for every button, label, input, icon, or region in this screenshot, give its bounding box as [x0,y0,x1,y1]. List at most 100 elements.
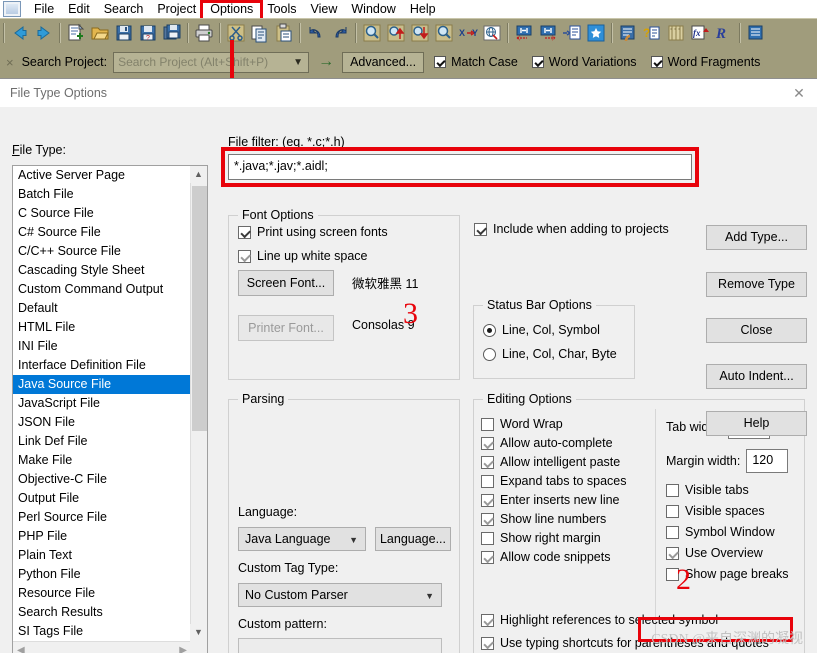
language-button[interactable]: Language... [375,527,451,551]
context-window-icon[interactable] [617,22,639,44]
list-item[interactable]: INI File [13,337,192,356]
jump-back-icon[interactable] [513,22,535,44]
back-arrow-icon[interactable] [9,22,31,44]
function-icon[interactable]: fx [689,22,711,44]
search-forward-icon[interactable] [409,22,431,44]
save-file-icon[interactable] [113,22,135,44]
search-backward-icon[interactable] [385,22,407,44]
list-item[interactable]: C/C++ Source File [13,242,192,261]
scroll-left-icon[interactable]: ◀ [13,645,29,653]
custom-tag-type-combobox[interactable]: No Custom Parser ▼ [238,583,442,607]
status-bar-option-line-col-symbol[interactable]: Line, Col, Symbol [483,323,600,337]
checkbox-word-wrap[interactable]: Word Wrap [481,417,651,431]
goto-line-icon[interactable] [561,22,583,44]
list-item[interactable]: Make File [13,451,192,470]
forward-arrow-icon[interactable] [33,22,55,44]
search-files-icon[interactable] [433,22,455,44]
chevron-down-icon[interactable]: ▼ [293,57,303,68]
close-search-bar-icon[interactable]: × [6,55,14,70]
new-file-icon[interactable] [65,22,87,44]
menu-item-file[interactable]: File [27,0,61,18]
copy-icon[interactable] [249,22,271,44]
list-item[interactable]: Cascading Style Sheet [13,261,192,280]
list-item[interactable]: Batch File [13,185,192,204]
undo-icon[interactable] [305,22,327,44]
checkbox-symbol-window[interactable]: Symbol Window [666,525,802,539]
replace-icon[interactable]: XY [457,22,479,44]
custom-pattern-input[interactable] [238,638,442,653]
list-item[interactable]: HTML File [13,318,192,337]
list-item[interactable]: Default [13,299,192,318]
scroll-up-icon[interactable]: ▲ [190,166,207,183]
menu-item-view[interactable]: View [304,0,345,18]
list-item[interactable]: Objective-C File [13,470,192,489]
match-case-checkbox[interactable]: Match Case [434,55,518,69]
screen-font-button[interactable]: Screen Font... [238,270,334,296]
checkbox-visible-spaces[interactable]: Visible spaces [666,504,802,518]
save-as-icon[interactable]: ? [137,22,159,44]
paste-icon[interactable] [273,22,295,44]
list-item[interactable]: JavaScript File [13,394,192,413]
checkbox-visible-tabs[interactable]: Visible tabs [666,483,802,497]
list-item[interactable]: Output File [13,489,192,508]
checkbox-highlight-references-to-selected-symbol[interactable]: Highlight references to selected symbol [481,613,801,627]
scrollbar-thumb[interactable] [192,186,207,431]
add-type-button[interactable]: Add Type... [706,225,807,250]
list-item[interactable]: PHP File [13,527,192,546]
print-icon[interactable] [193,22,215,44]
menu-item-options[interactable]: Options [203,0,260,18]
list-item[interactable]: Link Def File [13,432,192,451]
list-item[interactable]: Java Source File [13,375,192,394]
browse-project-icon[interactable] [665,22,687,44]
checkbox-allow-intelligent-paste[interactable]: Allow intelligent paste [481,455,651,469]
line-up-white-space-checkbox[interactable]: Line up white space [238,249,368,263]
listbox-horizontal-scrollbar[interactable]: ◀ ▶ [13,641,207,653]
menu-item-tools[interactable]: Tools [260,0,303,18]
list-item[interactable]: Active Server Page [13,166,192,185]
search-project-input[interactable]: Search Project (Alt+Shift+P) ▼ [113,51,310,73]
file-filter-input[interactable]: *.java;*.jav;*.aidl; [228,154,692,180]
file-type-listbox[interactable]: Active Server Page Batch File C Source Fil… [12,165,208,653]
list-item[interactable]: JSON File [13,413,192,432]
auto-indent-button[interactable]: Auto Indent... [706,364,807,389]
list-item[interactable]: Python File [13,565,192,584]
list-item[interactable]: C Source File [13,204,192,223]
checkbox-enter-inserts-new-line[interactable]: Enter inserts new line [481,493,651,507]
search-go-icon[interactable]: → [318,53,334,71]
list-item[interactable]: C# Source File [13,223,192,242]
bookmark-icon[interactable] [585,22,607,44]
menu-item-window[interactable]: Window [344,0,402,18]
listbox-vertical-scrollbar[interactable] [190,166,207,641]
checkbox-allow-code-snippets[interactable]: Allow code snippets [481,550,651,564]
checkbox-show-right-margin[interactable]: Show right margin [481,531,651,545]
scroll-down-icon[interactable]: ▼ [190,624,207,641]
menu-item-edit[interactable]: Edit [61,0,97,18]
margin-width-input[interactable]: 120 [746,449,789,473]
menu-item-project[interactable]: Project [150,0,203,18]
list-item[interactable]: Interface Definition File [13,356,192,375]
web-search-icon[interactable] [481,22,503,44]
include-when-adding-checkbox[interactable]: Include when adding to projects [474,222,669,236]
list-item[interactable]: Custom Command Output [13,280,192,299]
save-all-icon[interactable] [161,22,183,44]
list-item[interactable]: Search Results [13,603,192,622]
remove-type-button[interactable]: Remove Type [706,272,807,297]
relation-window-icon[interactable]: R [713,22,735,44]
list-item[interactable]: Perl Source File [13,508,192,527]
close-button[interactable]: Close [706,318,807,343]
list-item[interactable]: Plain Text [13,546,192,565]
search-icon[interactable] [361,22,383,44]
symbol-info-icon[interactable]: ? [641,22,663,44]
redo-icon[interactable] [329,22,351,44]
checkbox-expand-tabs-to-spaces[interactable]: Expand tabs to spaces [481,474,651,488]
list-item[interactable]: SI Tags File [13,622,192,641]
printer-font-button[interactable]: Printer Font... [238,315,334,341]
menu-item-help[interactable]: Help [403,0,443,18]
cut-icon[interactable] [225,22,247,44]
close-icon[interactable]: ✕ [790,85,808,101]
checkbox-show-line-numbers[interactable]: Show line numbers [481,512,651,526]
checkbox-allow-auto-complete[interactable]: Allow auto-complete [481,436,651,450]
menu-item-search[interactable]: Search [97,0,151,18]
print-using-screen-fonts-checkbox[interactable]: Print using screen fonts [238,225,388,239]
word-variations-checkbox[interactable]: Word Variations [531,55,637,69]
